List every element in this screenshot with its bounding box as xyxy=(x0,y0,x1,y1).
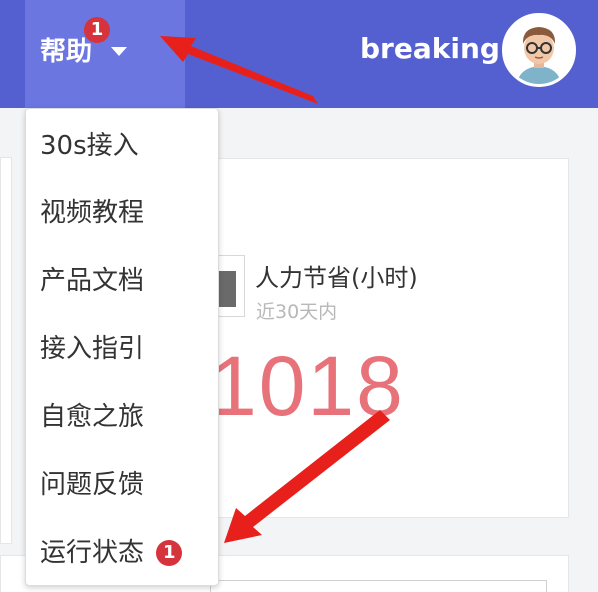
stat-title: 人力节省(小时) xyxy=(255,264,418,292)
caret-down-icon[interactable] xyxy=(111,47,127,56)
menu-item-30s-access[interactable]: 30s接入 xyxy=(40,125,139,165)
side-card xyxy=(0,157,12,544)
menu-item-access-guide[interactable]: 接入指引 xyxy=(40,328,144,368)
menu-item-feedback[interactable]: 问题反馈 xyxy=(40,464,144,504)
menu-item-label: 自愈之旅 xyxy=(40,401,145,432)
menu-item-label: 运行状态 xyxy=(40,537,145,568)
help-notification-badge: 1 xyxy=(84,17,110,43)
stat-icon xyxy=(216,271,236,307)
menu-item-self-healing-journey[interactable]: 自愈之旅 xyxy=(40,396,144,436)
menu-item-video-tutorial[interactable]: 视频教程 xyxy=(40,192,144,232)
username[interactable]: breaking xyxy=(360,32,500,65)
user-avatar-icon[interactable] xyxy=(502,13,576,87)
stat-subtitle: 近30天内 xyxy=(256,301,338,323)
menu-item-run-status[interactable]: 运行状态 1 xyxy=(40,532,183,572)
menu-item-label: 接入指引 xyxy=(40,333,145,364)
run-status-badge: 1 xyxy=(156,539,183,566)
menu-item-label: 30s接入 xyxy=(40,130,139,161)
avatar-illustration xyxy=(505,16,573,84)
help-menu-label[interactable]: 帮助 xyxy=(40,31,92,68)
menu-item-label: 产品文档 xyxy=(40,265,145,296)
menu-item-label: 问题反馈 xyxy=(40,469,145,500)
menu-item-label: 视频教程 xyxy=(40,197,145,228)
menu-item-product-docs[interactable]: 产品文档 xyxy=(40,260,144,300)
stat-value: 1018 xyxy=(210,339,405,433)
page: 帮助 1 breaking 人力节省(小时) 近30天内 1018 30s接入 … xyxy=(0,0,598,592)
bottom-input[interactable] xyxy=(210,580,547,592)
